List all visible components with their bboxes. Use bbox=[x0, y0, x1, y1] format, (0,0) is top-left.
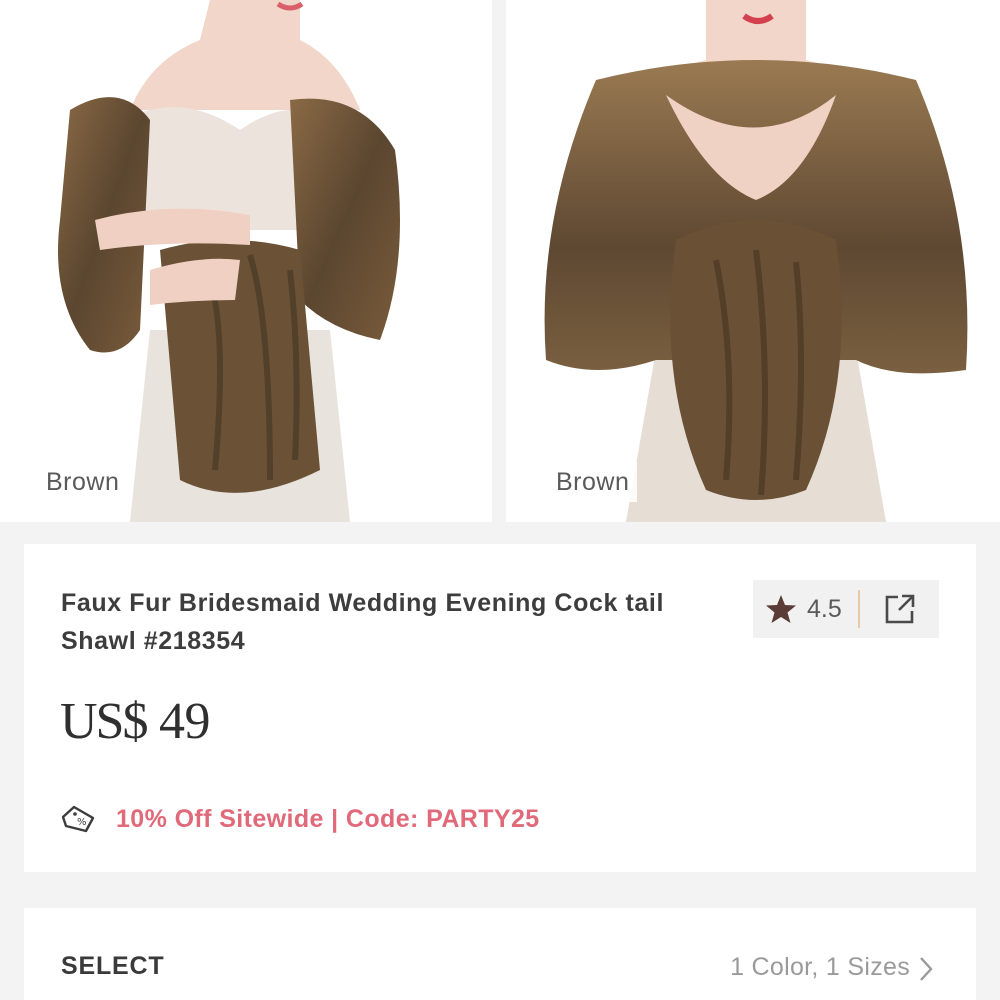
price-currency: US$ bbox=[60, 693, 148, 750]
promo-banner[interactable]: % 10% Off Sitewide | Code: PARTY25 bbox=[60, 800, 540, 838]
chevron-right-icon bbox=[920, 957, 933, 981]
svg-text:%: % bbox=[77, 817, 87, 828]
product-photo-image bbox=[544, 0, 968, 522]
select-options-row[interactable]: SELECT 1 Color, 1 Sizes bbox=[24, 908, 976, 1000]
product-photo[interactable]: Brown bbox=[506, 0, 1000, 522]
select-summary: 1 Color, 1 Sizes bbox=[730, 953, 910, 981]
price-amount: 49 bbox=[158, 693, 211, 750]
color-tag: Brown bbox=[554, 462, 638, 502]
product-title: Faux Fur Bridesmaid Wedding Evening Cock… bbox=[61, 589, 665, 655]
divider bbox=[858, 590, 860, 628]
select-label: SELECT bbox=[61, 952, 165, 980]
rating-share-bar: 4.5 bbox=[753, 580, 939, 638]
product-price: US$ 49 bbox=[60, 692, 210, 751]
product-photo[interactable]: Brown bbox=[0, 0, 492, 522]
rating-value[interactable]: 4.5 bbox=[807, 594, 842, 624]
color-tag: Brown bbox=[44, 462, 128, 502]
product-info-card: Faux Fur Bridesmaid Wedding Evening Cock… bbox=[24, 544, 976, 872]
product-gallery[interactable]: Brown Brown bbox=[0, 0, 1000, 524]
star-icon bbox=[766, 595, 796, 623]
promo-text[interactable]: 10% Off Sitewide | Code: PARTY25 bbox=[116, 805, 540, 834]
share-icon[interactable] bbox=[883, 592, 917, 626]
product-photo-image bbox=[58, 0, 400, 522]
coupon-icon: % bbox=[61, 805, 95, 833]
